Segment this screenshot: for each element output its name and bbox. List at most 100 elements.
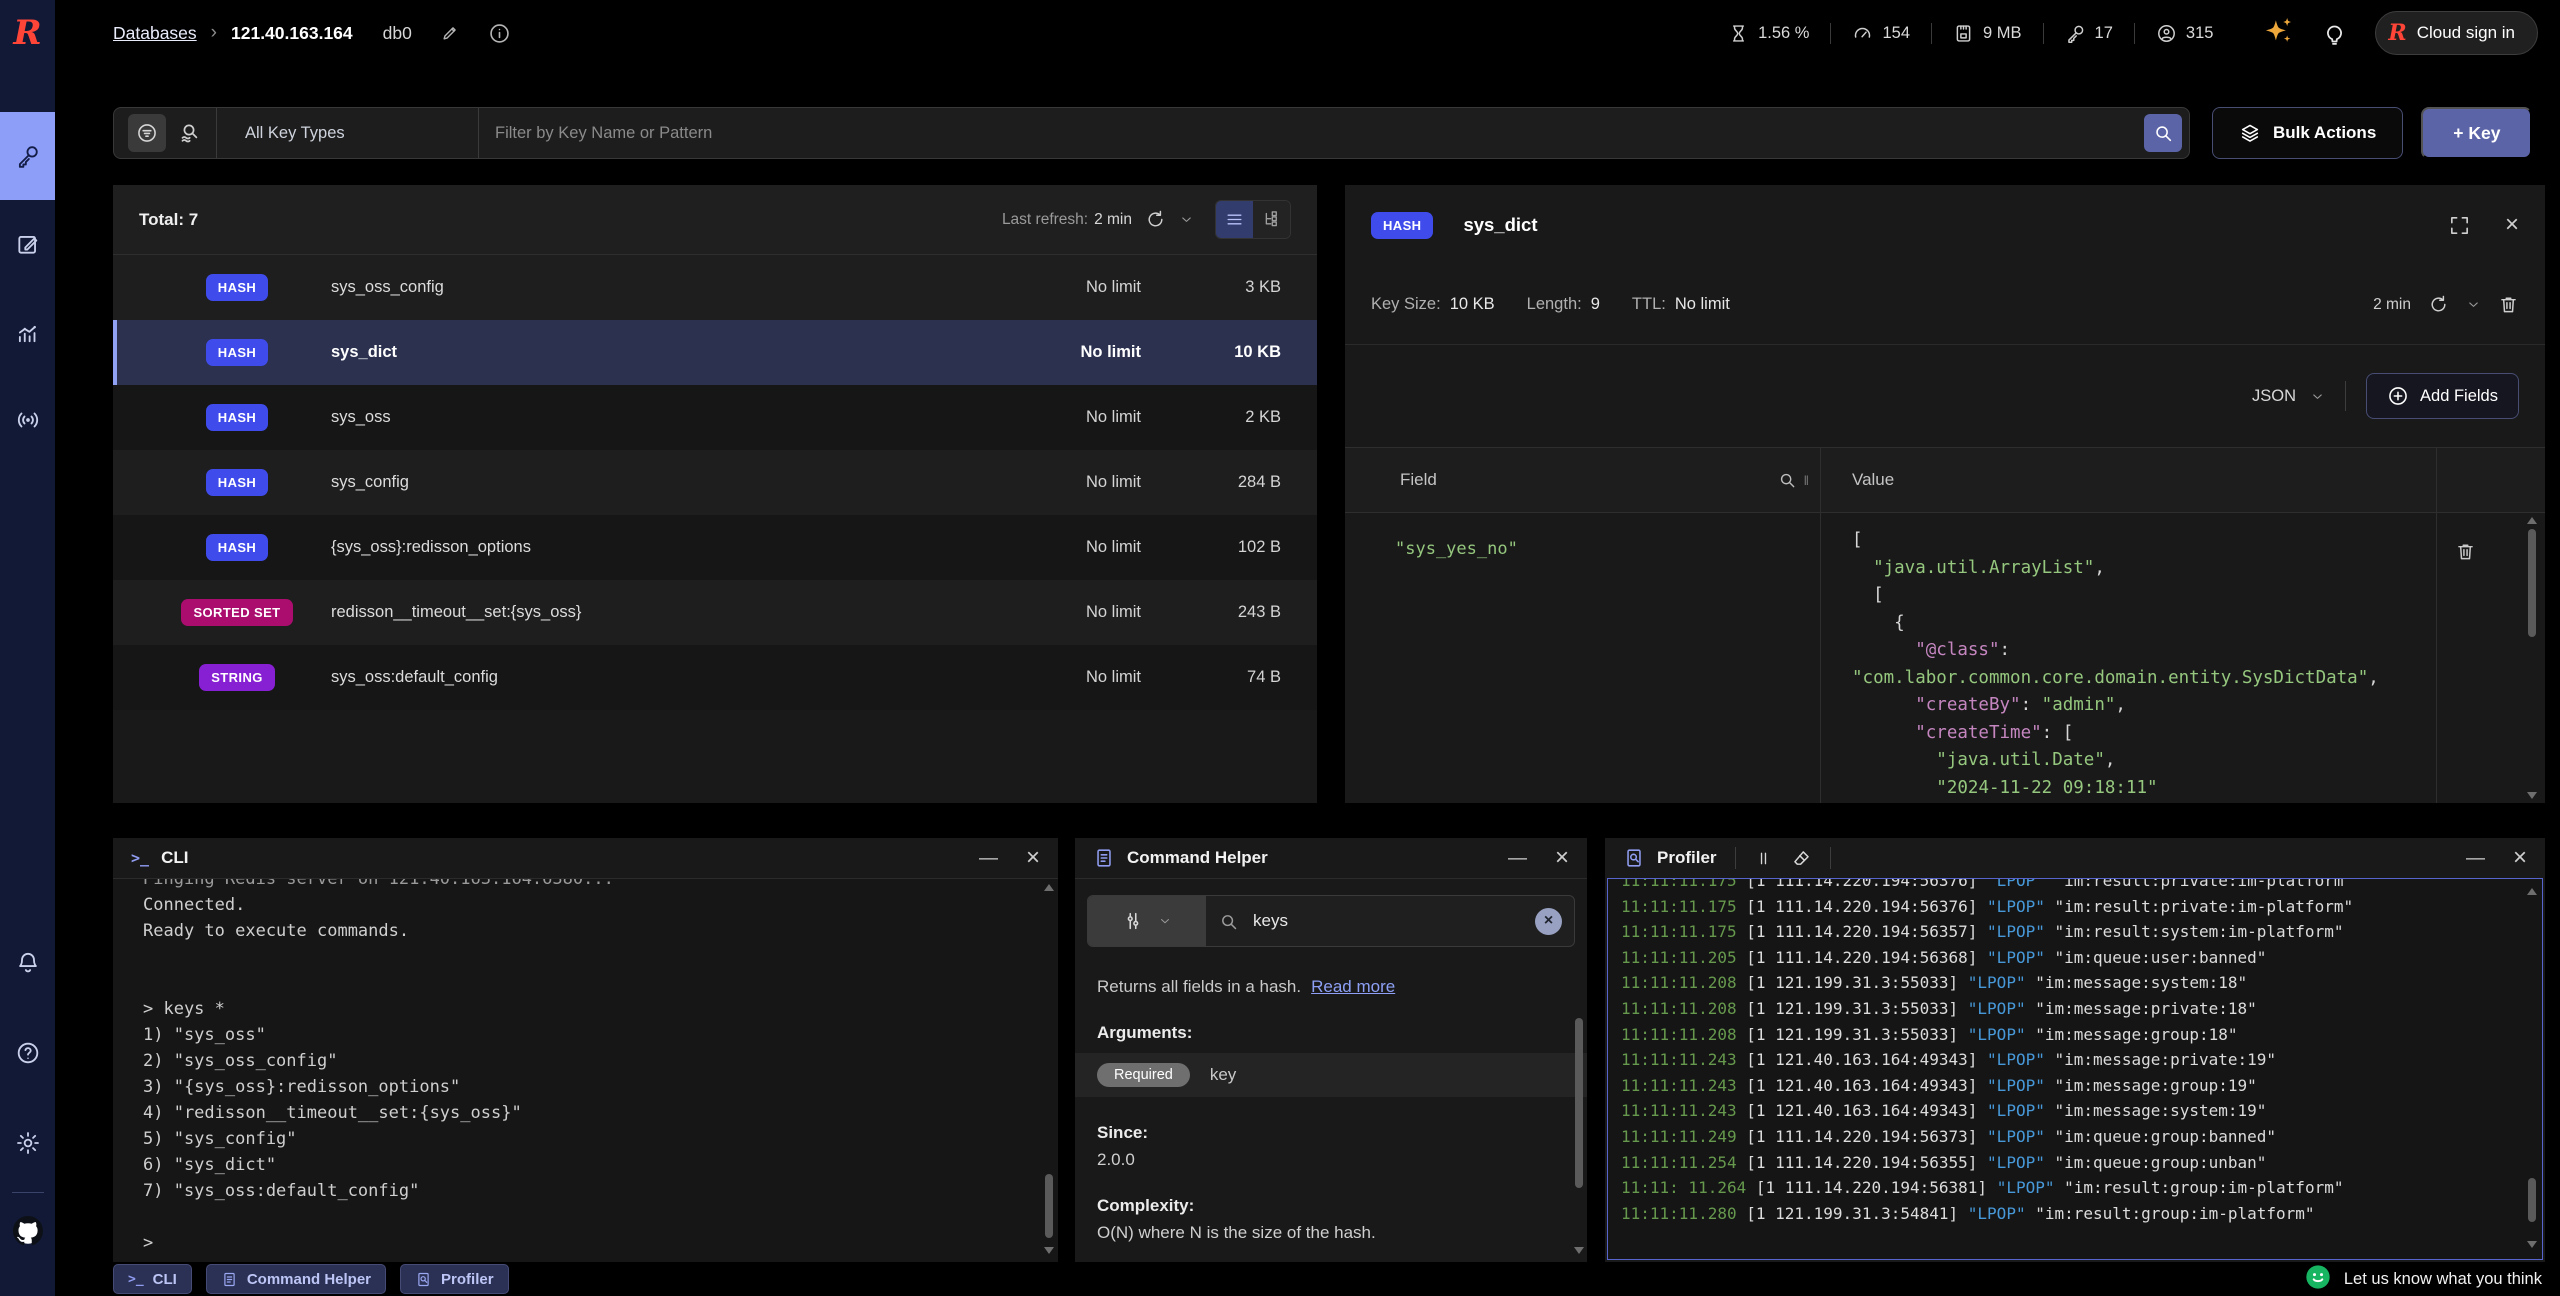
terminal-icon: >_: [131, 849, 149, 867]
cli-line: 7) "sys_oss:default_config": [143, 1178, 1058, 1204]
helper-scrollbar[interactable]: [1574, 1018, 1584, 1254]
fields-table-body: "sys_yes_no" [ "java.util.ArrayList", [ …: [1345, 513, 2545, 803]
field-value-cell[interactable]: [ "java.util.ArrayList", [ { "@class":"c…: [1821, 513, 2436, 803]
scan-icon[interactable]: [178, 121, 202, 145]
tree-view-icon[interactable]: [1253, 201, 1290, 238]
cli-output[interactable]: Pinging Redis server on 121.40.163.164:6…: [113, 879, 1058, 1262]
minimize-helper-icon[interactable]: —: [1508, 849, 1527, 868]
format-dropdown[interactable]: JSON: [2252, 387, 2325, 406]
sidebar-item-settings[interactable]: [0, 1098, 55, 1188]
key-name: sys_dict: [331, 343, 991, 362]
complexity-label: Complexity:: [1075, 1196, 1587, 1216]
key-search-input[interactable]: [493, 123, 2144, 144]
key-row[interactable]: HASHsys_ossNo limit2 KB: [113, 385, 1317, 450]
github-icon: [13, 1216, 43, 1251]
delete-key-icon[interactable]: [2498, 294, 2519, 315]
profiler-line: 11:11:11.243 [1 121.40.163.164:49343] "L…: [1621, 1098, 2542, 1124]
cloud-sign-in-button[interactable]: R Cloud sign in: [2375, 11, 2538, 55]
bulk-actions-button[interactable]: Bulk Actions: [2212, 107, 2403, 159]
field-column-header[interactable]: Field: [1400, 470, 1437, 490]
sidebar-item-notifications[interactable]: [0, 918, 55, 1008]
filter-mode-icons: [114, 108, 217, 158]
minimize-cli-icon[interactable]: —: [979, 849, 998, 868]
header-actions: R Cloud sign in: [2264, 11, 2538, 55]
cli-toggle-button[interactable]: >_ CLI: [113, 1264, 192, 1294]
cli-scrollbar[interactable]: [1044, 884, 1054, 1254]
command-helper-toggle-button[interactable]: Command Helper: [206, 1264, 386, 1294]
sidebar-divider: [12, 1192, 44, 1193]
list-view-icon[interactable]: [1216, 201, 1253, 238]
filter-icon[interactable]: [128, 114, 166, 152]
close-helper-icon[interactable]: ×: [1555, 846, 1569, 870]
database-host: 121.40.163.164: [231, 23, 353, 44]
field-name-cell[interactable]: "sys_yes_no": [1395, 539, 1518, 559]
lightbulb-icon[interactable]: [2322, 21, 2347, 46]
sidebar-item-browser[interactable]: [0, 112, 55, 200]
key-type-badge: HASH: [206, 274, 268, 301]
sidebar-item-help[interactable]: [0, 1008, 55, 1098]
redis-cloud-icon: R: [2388, 20, 2406, 46]
key-row[interactable]: HASHsys_configNo limit284 B: [113, 450, 1317, 515]
close-cli-icon[interactable]: ×: [1026, 846, 1040, 870]
command-filter-dropdown[interactable]: [1088, 896, 1206, 946]
key-size: 2 KB: [1141, 408, 1281, 427]
key-name: sys_oss: [331, 408, 991, 427]
key-type-dropdown[interactable]: All Key Types: [217, 108, 479, 158]
add-key-button[interactable]: + Key: [2421, 107, 2532, 159]
minimize-profiler-icon[interactable]: —: [2466, 849, 2485, 868]
refresh-icon[interactable]: [1145, 209, 1166, 230]
json-line: "2024-11-22 09:18:11": [1852, 775, 2436, 803]
read-more-link[interactable]: Read more: [1311, 977, 1395, 996]
pause-icon[interactable]: [1754, 849, 1773, 868]
key-size: 102 B: [1141, 538, 1281, 557]
sparkles-icon[interactable]: [2264, 15, 2294, 52]
key-ttl-value[interactable]: No limit: [1675, 295, 1730, 314]
close-details-icon[interactable]: ×: [2505, 213, 2519, 237]
key-row[interactable]: HASH{sys_oss}:redisson_optionsNo limit10…: [113, 515, 1317, 580]
key-row[interactable]: HASHsys_dictNo limit10 KB: [113, 320, 1317, 385]
breadcrumb-databases-link[interactable]: Databases: [113, 23, 197, 44]
profiler-toggle-button[interactable]: Profiler: [400, 1264, 509, 1294]
key-meta-row: Key Size:10 KB Length:9 TTL:No limit 2 m…: [1345, 265, 2545, 345]
search-fields-icon[interactable]: [1777, 470, 1797, 490]
profiler-scrollbar[interactable]: [2527, 888, 2537, 1248]
sidebar-item-pubsub[interactable]: [0, 376, 55, 464]
cli-line: Pinging Redis server on 121.40.163.164:6…: [143, 879, 1058, 892]
value-column-header[interactable]: Value: [1852, 470, 1894, 490]
info-icon[interactable]: [488, 22, 511, 45]
database-stats: 1.56 % 154 9 MB 17 315: [1707, 23, 2234, 44]
actions-column-header: [2436, 448, 2545, 512]
sidebar-item-analytics[interactable]: [0, 288, 55, 376]
key-row[interactable]: STRINGsys_oss:default_configNo limit74 B: [113, 645, 1317, 710]
key-icon: [15, 143, 41, 169]
sidebar-item-workbench[interactable]: [0, 200, 55, 288]
profiler-log[interactable]: 11:11:11.175 [1 111.14.220.194:56376] "L…: [1607, 878, 2543, 1260]
delete-field-icon[interactable]: [2455, 541, 2476, 562]
key-row[interactable]: SORTED SETredisson__timeout__set:{sys_os…: [113, 580, 1317, 645]
details-scrollbar[interactable]: [2527, 517, 2537, 799]
plus-circle-icon: [2387, 385, 2409, 407]
cli-line: [143, 1204, 1058, 1230]
edit-database-icon[interactable]: [440, 23, 460, 43]
add-fields-button[interactable]: Add Fields: [2366, 373, 2519, 419]
key-size-value: 10 KB: [1450, 295, 1495, 314]
command-helper-panel: Command Helper — × × Returns all fields …: [1075, 838, 1587, 1262]
key-row[interactable]: HASHsys_oss_configNo limit3 KB: [113, 255, 1317, 320]
column-resize-handle[interactable]: ‖: [1804, 473, 1810, 488]
refresh-options-chevron-icon[interactable]: [2466, 297, 2481, 312]
search-icon[interactable]: [2144, 114, 2182, 152]
fullscreen-icon[interactable]: [2448, 214, 2471, 237]
breadcrumb: Databases › 121.40.163.164 db0: [113, 22, 511, 45]
refresh-options-chevron-icon[interactable]: [1179, 212, 1194, 227]
command-search-input[interactable]: [1251, 910, 1523, 932]
close-profiler-icon[interactable]: ×: [2513, 846, 2527, 870]
cli-line: 4) "redisson__timeout__set:{sys_oss}": [143, 1100, 1058, 1126]
clear-log-icon[interactable]: [1791, 848, 1812, 869]
sidebar-item-github[interactable]: [0, 1207, 55, 1259]
hourglass-icon: [1728, 23, 1749, 44]
key-name: sys_config: [331, 473, 991, 492]
feedback-link[interactable]: Let us know what you think: [2304, 1263, 2542, 1296]
search-icon: [1218, 911, 1239, 932]
refresh-icon[interactable]: [2428, 294, 2449, 315]
clear-search-icon[interactable]: ×: [1535, 908, 1562, 935]
